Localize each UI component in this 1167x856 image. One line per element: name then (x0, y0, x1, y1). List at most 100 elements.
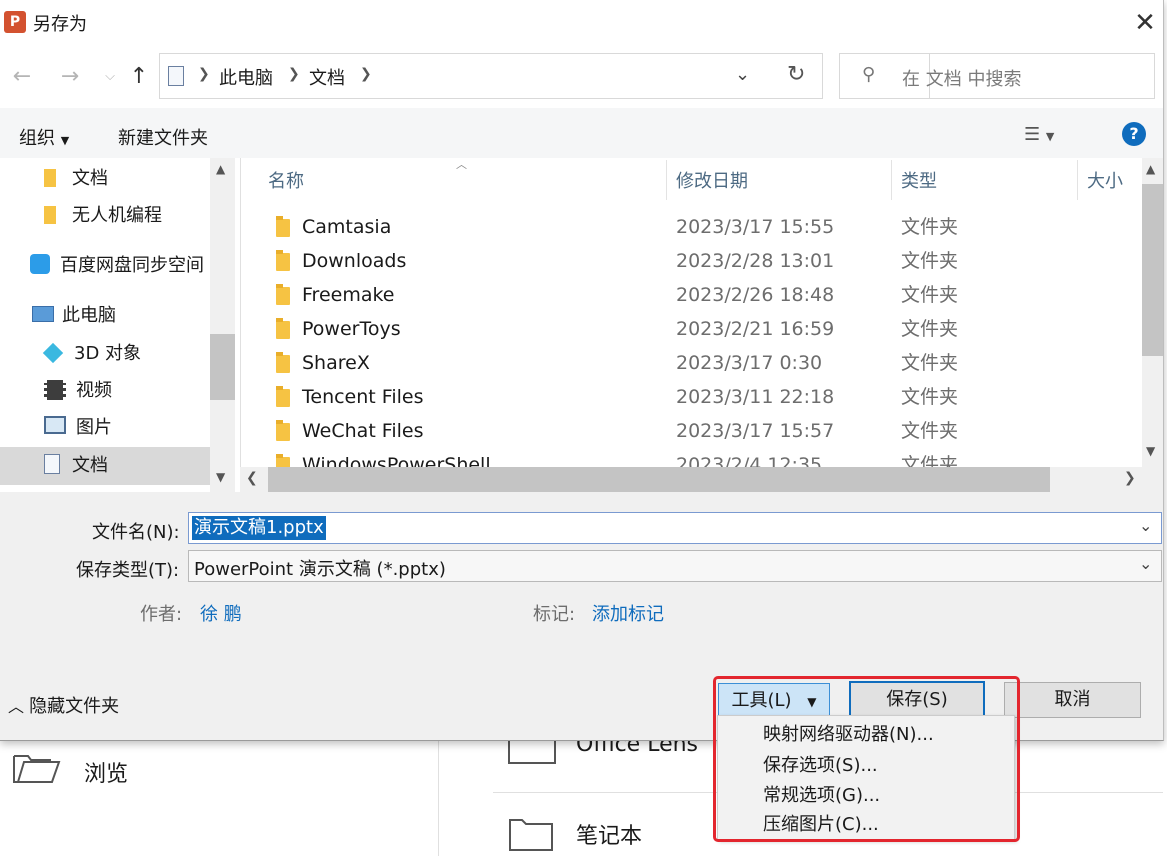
scroll-up-icon[interactable]: ▲ (1146, 162, 1155, 176)
cancel-button[interactable]: 取消 (1004, 682, 1141, 718)
picture-icon (44, 416, 66, 434)
scroll-right-icon[interactable]: ❯ (1124, 470, 1136, 486)
close-icon[interactable]: ✕ (1128, 6, 1162, 40)
search-box[interactable]: ⚲ 在 文档 中搜索 (839, 53, 1155, 99)
filetype-select[interactable]: PowerPoint 演示文稿 (*.pptx) ⌄ (188, 550, 1162, 582)
filetype-label: 保存类型(T): (76, 560, 180, 581)
file-date: 2023/3/17 15:57 (676, 420, 835, 442)
filename-field[interactable]: 演示文稿1.pptx ⌄ (188, 512, 1162, 544)
scroll-left-icon[interactable]: ❮ (246, 470, 258, 486)
tags-label: 标记: (533, 604, 576, 625)
file-list-horizontal-scrollbar[interactable]: ❮ ❯ (240, 467, 1163, 492)
sidebar-item-this-pc[interactable]: 此电脑 (32, 297, 116, 335)
sidebar-item-baidu-sync[interactable]: 百度网盘同步空间 (30, 247, 204, 285)
file-name: Freemake (302, 284, 395, 306)
breadcrumb-chevron-icon: ❯ (288, 66, 300, 82)
author-value[interactable]: 徐 鹏 (200, 600, 242, 626)
sidebar-item-pictures[interactable]: 图片 (44, 409, 112, 447)
file-name: Camtasia (302, 216, 392, 238)
navigation-pane: 文档 无人机编程 百度网盘同步空间 此电脑 3D 对象 视频 图片 文档 (0, 158, 235, 492)
sort-ascending-icon: ︿ (456, 158, 467, 171)
file-row[interactable]: Camtasia 2023/3/17 15:55 文件夹 (270, 210, 1140, 244)
up-arrow-icon[interactable]: ↑ (125, 62, 153, 92)
chevron-down-icon[interactable]: ⌄ (1139, 554, 1152, 573)
hide-folders-button[interactable]: ︿ 隐藏文件夹 (8, 692, 119, 718)
file-list-vertical-scrollbar[interactable]: ▲ ▼ (1142, 158, 1163, 468)
divider (891, 160, 892, 200)
file-row[interactable]: WindowsPowerShell 2023/2/4 12:35 文件夹 (270, 448, 1140, 468)
add-tags-link[interactable]: 添加标记 (592, 600, 664, 626)
sidebar-item-drone-programming[interactable]: 无人机编程 (44, 197, 162, 235)
sidebar-item-videos[interactable]: 视频 (44, 372, 112, 410)
column-header-size[interactable]: 大小 (1087, 167, 1123, 193)
author-label: 作者: (140, 604, 183, 625)
file-type: 文件夹 (901, 386, 959, 408)
scroll-up-icon[interactable]: ▲ (216, 162, 225, 176)
breadcrumb-documents[interactable]: 文档 (309, 64, 345, 90)
filename-input-value[interactable]: 演示文稿1.pptx (192, 516, 326, 540)
forward-arrow-icon[interactable]: → (56, 62, 84, 92)
scrollbar-thumb[interactable] (210, 334, 235, 400)
sidebar-scrollbar[interactable]: ▲ ▼ (210, 158, 235, 492)
browse-label[interactable]: 浏览 (84, 756, 128, 788)
filename-label: 文件名(N): (92, 522, 180, 543)
file-row[interactable]: ShareX 2023/3/17 0:30 文件夹 (270, 346, 1140, 380)
address-bar[interactable]: ❯ 此电脑 ❯ 文档 ❯ ⌄ ↻ (159, 53, 930, 99)
scroll-down-icon[interactable]: ▼ (1146, 444, 1155, 458)
file-row[interactable]: Freemake 2023/2/26 18:48 文件夹 (270, 278, 1140, 312)
recent-locations-chevron-icon[interactable]: ⌵ (96, 62, 124, 92)
file-type: 文件夹 (901, 318, 959, 340)
address-dropdown-icon[interactable]: ⌄ (735, 64, 750, 85)
sidebar-item-label: 文档 (72, 168, 108, 189)
breadcrumb-chevron-icon: ❯ (198, 66, 210, 82)
sidebar-item-documents-folder[interactable]: 文档 (44, 160, 108, 198)
file-date: 2023/2/21 16:59 (676, 318, 835, 340)
column-header-date[interactable]: 修改日期 (676, 167, 748, 193)
file-name: WindowsPowerShell (302, 454, 491, 468)
title-bar: P 另存为 ✕ (0, 0, 1163, 46)
sidebar-item-label: 无人机编程 (72, 205, 162, 226)
folder-icon (276, 420, 290, 441)
folder-icon (276, 284, 290, 305)
sidebar-item-label: 此电脑 (62, 305, 116, 326)
help-icon[interactable]: ? (1122, 122, 1146, 146)
divider (1077, 160, 1078, 200)
scroll-down-icon[interactable]: ▼ (216, 470, 225, 484)
file-row[interactable]: WeChat Files 2023/3/17 15:57 文件夹 (270, 414, 1140, 448)
column-header-type[interactable]: 类型 (901, 167, 937, 193)
notebook-label[interactable]: 笔记本 (576, 818, 642, 850)
organize-button[interactable]: 组织 ▼ (19, 124, 69, 150)
refresh-icon[interactable]: ↻ (787, 62, 805, 87)
file-name: PowerToys (302, 318, 401, 340)
new-folder-button[interactable]: 新建文件夹 (118, 124, 208, 150)
file-name: WeChat Files (302, 420, 424, 442)
breadcrumb-this-pc[interactable]: 此电脑 (219, 64, 273, 90)
view-options-icon[interactable]: ☰ ▼ (1024, 124, 1054, 145)
file-row[interactable]: Tencent Files 2023/3/11 22:18 文件夹 (270, 380, 1140, 414)
powerpoint-app-icon: P (4, 11, 26, 33)
divider (666, 160, 667, 200)
command-bar: 组织 ▼ 新建文件夹 ☰ ▼ ? (0, 108, 1163, 158)
scrollbar-thumb[interactable] (268, 467, 1050, 492)
sidebar-item-documents[interactable]: 文档 (44, 447, 108, 485)
file-name: Downloads (302, 250, 407, 272)
organize-label: 组织 (19, 128, 55, 149)
column-header-name[interactable]: 名称 (268, 167, 304, 193)
folder-icon (44, 206, 56, 224)
file-row[interactable]: PowerToys 2023/2/21 16:59 文件夹 (270, 312, 1140, 346)
computer-icon (32, 306, 54, 322)
sidebar-item-3d-objects[interactable]: 3D 对象 (42, 335, 142, 373)
sidebar-item-label: 图片 (76, 417, 112, 438)
file-date: 2023/2/4 12:35 (676, 454, 823, 468)
scrollbar-thumb[interactable] (1142, 184, 1163, 356)
document-icon (44, 454, 60, 474)
dropdown-triangle-icon: ▼ (60, 134, 70, 147)
sidebar-item-label: 3D 对象 (74, 343, 142, 364)
back-arrow-icon[interactable]: ← (8, 62, 36, 92)
document-location-icon (168, 66, 184, 86)
chevron-down-icon[interactable]: ⌄ (1139, 516, 1152, 535)
folder-icon (276, 318, 290, 339)
file-name: Tencent Files (302, 386, 424, 408)
file-type: 文件夹 (901, 454, 959, 468)
file-row[interactable]: Downloads 2023/2/28 13:01 文件夹 (270, 244, 1140, 278)
